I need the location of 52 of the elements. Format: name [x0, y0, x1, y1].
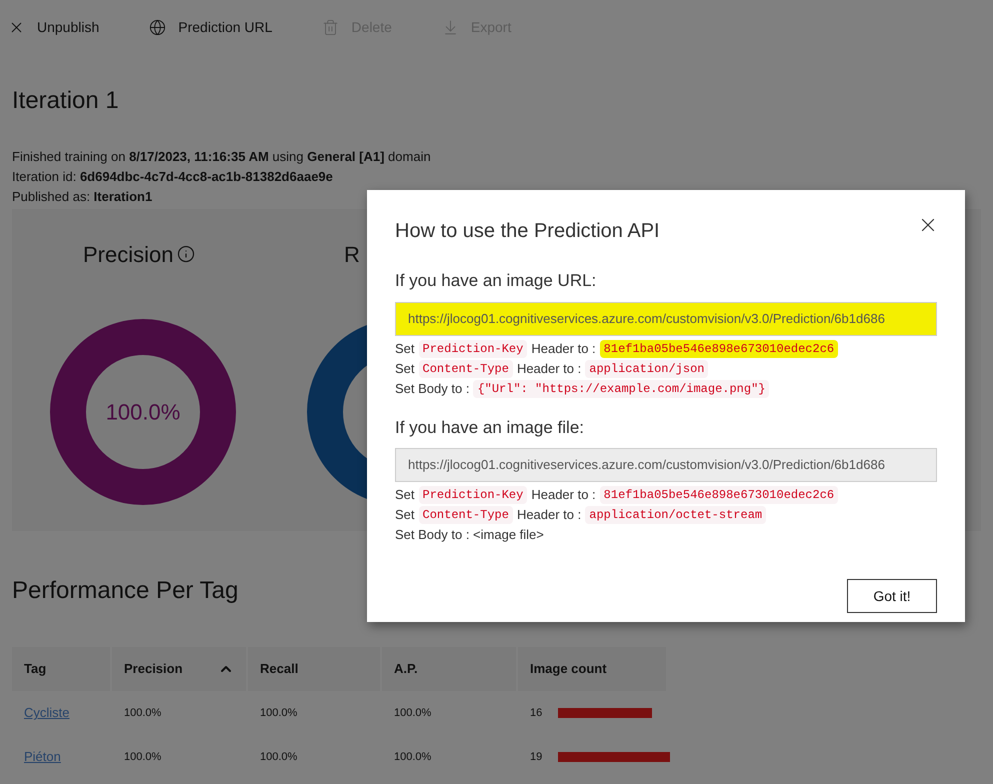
- table-cell-text: 100.0%: [124, 706, 162, 721]
- code-snippet: 81ef1ba05be546e898e673010edec2c6: [600, 340, 838, 358]
- instruction-text: Set: [395, 506, 415, 524]
- code-snippet: Prediction-Key: [418, 486, 528, 504]
- iteration-info: Finished training on 8/17/2023, 11:16:35 AM using General [A1] domain: [12, 148, 431, 166]
- toolbar-button[interactable]: Unpublish: [8, 16, 100, 38]
- column-header[interactable]: Tag: [12, 647, 110, 691]
- globe-icon: [149, 18, 166, 36]
- got-it-button[interactable]: Got it!: [847, 579, 937, 613]
- table-cell-text: 19: [530, 750, 542, 765]
- dialog-title: How to use the Prediction API: [395, 219, 660, 244]
- section-heading: If you have an image URL:: [395, 270, 596, 292]
- url-field[interactable]: https://jlocog01.cognitiveservices.azure.com/customvision/v3.0/Prediction/6b1d686: [395, 302, 937, 336]
- iteration-info: Published as: Iteration1: [12, 188, 152, 206]
- tag-link[interactable]: Cycliste: [24, 703, 70, 723]
- instruction-text: Set: [395, 360, 415, 378]
- column-header[interactable]: Image count: [518, 647, 666, 691]
- code-snippet: Content-Type: [418, 360, 513, 378]
- metric-value: 100.0%: [106, 398, 180, 426]
- section-title: Performance Per Tag: [12, 576, 238, 606]
- instruction-text: Header to :: [531, 486, 596, 504]
- column-header[interactable]: Recall: [248, 647, 380, 691]
- table-cell-text: 100.0%: [394, 750, 432, 765]
- table-cell-text: 100.0%: [260, 750, 298, 765]
- instruction-text: Set Body to : <image file>: [395, 526, 544, 544]
- instruction-text: Header to :: [516, 360, 582, 378]
- column-header[interactable]: A.P.: [382, 647, 516, 691]
- iteration-title: Iteration 1: [12, 86, 119, 116]
- table-cell-text: 100.0%: [394, 706, 432, 721]
- table-cell-text: 16: [530, 706, 542, 721]
- instruction-text: Set Body to :: [395, 380, 470, 398]
- table-cell-text: 100.0%: [124, 750, 162, 765]
- code-snippet: application/octet-stream: [585, 506, 766, 524]
- trash-icon: [322, 18, 340, 36]
- metric-title: Precision: [83, 240, 174, 268]
- section-heading: If you have an image file:: [395, 416, 584, 438]
- instruction-text: Set: [395, 340, 415, 358]
- table-cell-text: 100.0%: [260, 706, 298, 721]
- instruction-text: Header to :: [516, 506, 582, 524]
- metric-title: R: [344, 240, 360, 268]
- code-snippet: 81ef1ba05be546e898e673010edec2c6: [600, 486, 838, 504]
- code-snippet: {"Url": "https://example.com/image.png"}: [473, 380, 770, 398]
- toolbar-button[interactable]: Prediction URL: [149, 16, 272, 38]
- url-field[interactable]: https://jlocog01.cognitiveservices.azure.com/customvision/v3.0/Prediction/6b1d686: [395, 448, 937, 482]
- instruction-text: Header to :: [531, 340, 596, 358]
- instruction-text: Set: [395, 486, 415, 504]
- tag-link[interactable]: Piéton: [24, 747, 61, 767]
- code-snippet: application/json: [585, 360, 708, 378]
- code-snippet: Content-Type: [418, 506, 513, 524]
- iteration-info: Iteration id: 6d694dbc-4c7d-4cc8-ac1b-81382d6aae9e: [12, 168, 333, 186]
- code-snippet: Prediction-Key: [418, 340, 528, 358]
- column-header[interactable]: Precision: [112, 647, 246, 691]
